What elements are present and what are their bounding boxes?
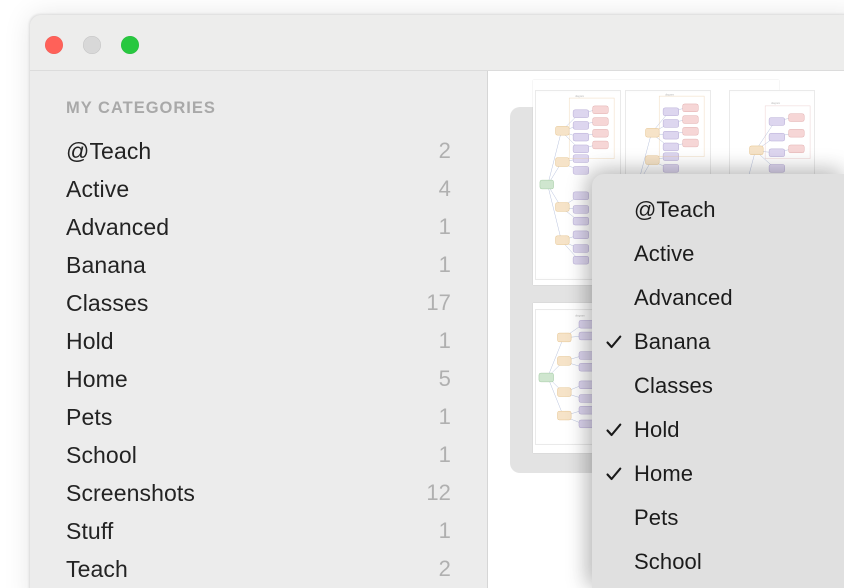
window-controls [45,36,139,54]
menu-item-label: Hold [634,417,680,442]
sidebar-item-banana[interactable]: Banana 1 [30,246,487,284]
sidebar-item-school[interactable]: School 1 [30,436,487,474]
checkmark-icon [604,420,624,440]
sidebar-item-hold[interactable]: Hold 1 [30,322,487,360]
sidebar-item-label: Pets [66,403,113,430]
svg-text:diagram: diagram [665,94,674,97]
menu-item-label: Advanced [634,285,733,310]
menu-item-banana[interactable]: Banana [592,320,844,364]
sidebar-item-label: Teach [66,555,128,582]
sidebar-item-teach[interactable]: @Teach 2 [30,132,487,170]
zoom-button-icon[interactable] [121,36,139,54]
sidebar-item-count: 4 [438,176,451,201]
sidebar-item-screenshots[interactable]: Screenshots 12 [30,474,487,512]
sidebar-item-count: 2 [438,556,451,581]
sidebar-item-home[interactable]: Home 5 [30,360,487,398]
menu-item-teach[interactable]: @Teach [592,188,844,232]
menu-item-label: School [634,549,702,574]
menu-item-home[interactable]: Home [592,452,844,496]
menu-item-label: Classes [634,373,713,398]
checkmark-icon [604,464,624,484]
sidebar-item-classes[interactable]: Classes 17 [30,284,487,322]
checkmark-icon [604,332,624,352]
menu-item-pets[interactable]: Pets [592,496,844,540]
sidebar-item-count: 1 [438,328,451,353]
sidebar-item-advanced[interactable]: Advanced 1 [30,208,487,246]
menu-item-label: Active [634,241,695,266]
svg-text:diagram: diagram [771,102,780,105]
sidebar-item-label: Advanced [66,213,170,240]
menu-item-label: Pets [634,505,679,530]
sidebar-item-label: Stuff [66,517,114,544]
svg-text:diagram: diagram [575,313,586,317]
menu-item-classes[interactable]: Classes [592,364,844,408]
menu-item-hold[interactable]: Hold [592,408,844,452]
sidebar-item-count: 1 [438,252,451,277]
sidebar-item-count: 5 [438,366,451,391]
sidebar-section-header: MY CATEGORIES [66,99,216,117]
sidebar-item-count: 1 [438,214,451,239]
sidebar: MY CATEGORIES @Teach 2 Active 4 Advanced 1 Ban… [30,71,488,588]
category-context-menu[interactable]: @Teach Active Advanced Banana Classes Hold Hom… [592,174,844,588]
menu-item-label: Banana [634,329,711,354]
sidebar-item-label: Hold [66,327,114,354]
menu-item-label: @Teach [634,197,716,222]
menu-item-advanced[interactable]: Advanced [592,276,844,320]
sidebar-item-label: @Teach [66,137,152,164]
sidebar-item-count: 1 [438,442,451,467]
sidebar-item-count: 17 [426,290,451,315]
menu-item-active[interactable]: Active [592,232,844,276]
screen: MY CATEGORIES @Teach 2 Active 4 Advanced 1 Ban… [0,0,844,588]
category-list: @Teach 2 Active 4 Advanced 1 Banana 1 Classes 17 H… [30,132,487,588]
svg-text:diagram: diagram [575,95,584,98]
sidebar-item-label: Banana [66,251,146,278]
sidebar-item-label: Active [66,175,130,202]
sidebar-item-label: Classes [66,289,149,316]
close-button-icon[interactable] [45,36,63,54]
sidebar-item-teach[interactable]: Teach 2 [30,550,487,588]
menu-item-school[interactable]: School [592,540,844,584]
sidebar-item-pets[interactable]: Pets 1 [30,398,487,436]
sidebar-item-count: 1 [438,518,451,543]
sidebar-item-label: School [66,441,137,468]
menu-item-label: Home [634,461,694,486]
sidebar-item-active[interactable]: Active 4 [30,170,487,208]
sidebar-item-count: 2 [438,138,451,163]
minimize-button-icon[interactable] [83,36,101,54]
title-bar[interactable] [30,15,844,71]
sidebar-item-count: 12 [426,480,451,505]
sidebar-item-count: 1 [438,404,451,429]
sidebar-item-label: Screenshots [66,479,195,506]
sidebar-item-stuff[interactable]: Stuff 1 [30,512,487,550]
sidebar-item-label: Home [66,365,128,392]
